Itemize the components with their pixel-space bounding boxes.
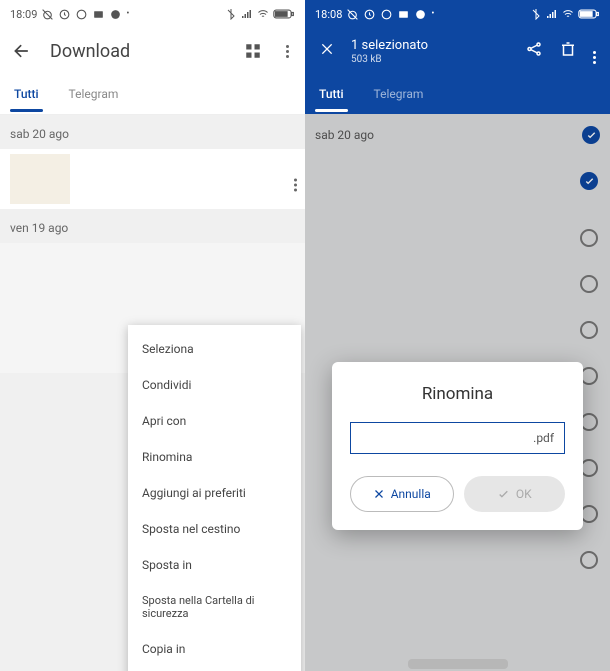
grid-view-button[interactable] (243, 41, 263, 61)
menu-sposta-in[interactable]: Sposta in (128, 547, 301, 583)
clock-icon (58, 8, 71, 21)
menu-apri-con[interactable]: Apri con (128, 403, 301, 439)
alarm-off-icon (346, 8, 359, 21)
statusbar-left: 18:09 • (0, 0, 305, 28)
menu-copia-in[interactable]: Copia in (128, 631, 301, 667)
date-header-2: ven 19 ago (0, 209, 305, 243)
menu-rinomina[interactable]: Rinomina (128, 439, 301, 475)
close-icon (373, 488, 385, 500)
signal-icon (241, 8, 253, 20)
file-list[interactable]: sab 20 ago ven 19 ago Seleziona Condivid… (0, 115, 305, 671)
delete-button[interactable] (559, 40, 577, 62)
menu-condividi[interactable]: Condividi (128, 367, 301, 403)
check-icon (497, 488, 510, 501)
rename-dialog: Rinomina Annulla OK (332, 362, 583, 530)
alarm-off-icon (41, 8, 54, 21)
selection-header: 1 selezionato 503 kB (305, 28, 610, 74)
wifi-icon (562, 8, 574, 20)
left-screenshot: 18:09 • Download Tutti Telegram (0, 0, 305, 671)
tabs-left: Tutti Telegram (0, 74, 305, 114)
ok-button[interactable]: OK (464, 476, 566, 512)
statusbar-right: 18:08 • (305, 0, 610, 28)
file-list-right: sab 20 ago Rinomina Annulla (305, 114, 610, 671)
header-left: Download (0, 28, 305, 74)
dialog-title: Rinomina (350, 384, 565, 404)
menu-seleziona[interactable]: Seleziona (128, 331, 301, 367)
more-button[interactable] (281, 41, 293, 61)
context-menu: Seleziona Condividi Apri con Rinomina Ag… (128, 325, 301, 671)
file-thumbnail (10, 154, 70, 204)
date-header-1: sab 20 ago (0, 115, 305, 149)
statusbar-time: 18:09 (10, 8, 37, 21)
rename-input[interactable] (350, 422, 565, 454)
tab-tutti[interactable]: Tutti (10, 77, 43, 111)
battery-icon (578, 8, 600, 20)
whatsapp-icon (75, 8, 88, 21)
menu-preferiti[interactable]: Aggiungi ai preferiti (128, 475, 301, 511)
right-screenshot: 18:08 • 1 selezionato 503 kB (305, 0, 610, 671)
tab-telegram[interactable]: Telegram (370, 77, 428, 111)
menu-backup-drive[interactable]: Backup su Google Drive (128, 667, 301, 671)
page-title: Download (50, 41, 225, 62)
signal-icon (546, 8, 558, 20)
whatsapp-icon (380, 8, 393, 21)
facebook-icon (414, 8, 427, 21)
back-button[interactable] (12, 41, 32, 61)
selection-size: 503 kB (351, 54, 509, 65)
file-row[interactable] (0, 149, 305, 209)
statusbar-time: 18:08 (315, 8, 342, 21)
tab-telegram[interactable]: Telegram (65, 77, 123, 111)
battery-icon (273, 8, 295, 20)
message-icon (397, 8, 410, 21)
clock-icon (363, 8, 376, 21)
facebook-icon (109, 8, 122, 21)
menu-cartella-sicurezza[interactable]: Sposta nella Cartella di sicurezza (128, 583, 301, 631)
menu-cestino[interactable]: Sposta nel cestino (128, 511, 301, 547)
bluetooth-icon (225, 8, 237, 20)
wifi-icon (257, 8, 269, 20)
selection-count: 1 selezionato (351, 38, 509, 53)
message-icon (92, 8, 105, 21)
bluetooth-icon (530, 8, 542, 20)
more-button[interactable] (593, 39, 596, 64)
cancel-button[interactable]: Annulla (350, 476, 454, 512)
tabs-right: Tutti Telegram (305, 74, 610, 114)
close-selection-button[interactable] (319, 41, 335, 61)
share-button[interactable] (525, 40, 543, 62)
tab-tutti[interactable]: Tutti (315, 77, 348, 111)
tab-extra[interactable] (144, 84, 152, 104)
file-more-button[interactable] (294, 167, 297, 192)
